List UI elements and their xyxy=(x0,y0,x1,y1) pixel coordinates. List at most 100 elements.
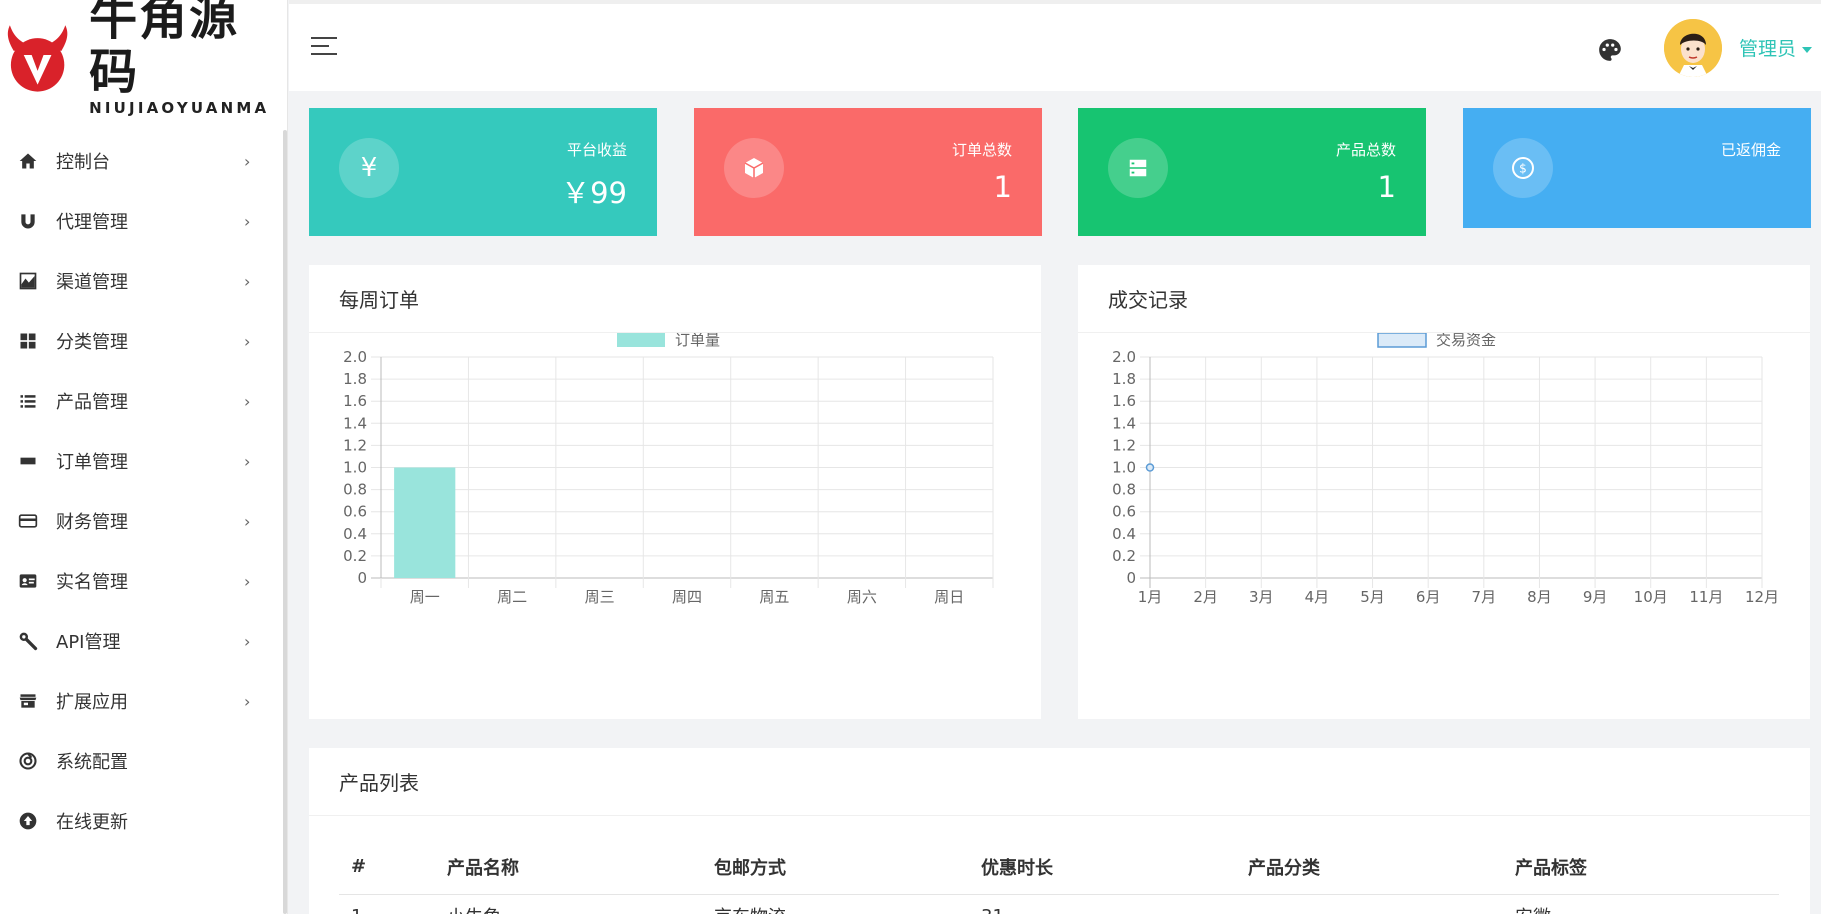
sidebar-item-wrench[interactable]: API管理 › xyxy=(0,611,280,671)
sidebar-item-upload-circle[interactable]: 在线更新 xyxy=(0,791,280,851)
sidebar-item-list[interactable]: 产品管理 › xyxy=(0,371,280,431)
sidebar-item-label: 产品管理 xyxy=(56,392,128,413)
panel-title: 成交记录 xyxy=(1078,265,1810,333)
column-header[interactable]: 产品名称 xyxy=(435,840,702,895)
chevron-right-icon: › xyxy=(244,151,251,171)
x-tick-label: 5月 xyxy=(1360,588,1385,606)
column-header[interactable]: 优惠时长 xyxy=(969,840,1236,895)
sidebar-item-chart-area[interactable]: 渠道管理 › xyxy=(0,251,280,311)
sidebar-item-label: 控制台 xyxy=(56,152,110,173)
y-tick-label: 0.8 xyxy=(1112,481,1136,499)
sidebar-item-credit-card[interactable]: 财务管理 › xyxy=(0,491,280,551)
sidebar-item-label: API管理 xyxy=(56,632,121,653)
x-tick-label: 周二 xyxy=(497,588,527,606)
stat-card-products[interactable]: 产品总数 1 xyxy=(1078,108,1426,236)
x-tick-label: 周一 xyxy=(410,588,440,606)
chevron-right-icon: › xyxy=(244,211,251,231)
x-tick-label: 周五 xyxy=(759,588,789,606)
x-tick-label: 7月 xyxy=(1472,588,1497,606)
top-bar: 管理员 xyxy=(289,0,1821,91)
table-cell: 31 xyxy=(969,894,1236,914)
sidebar-item-grid[interactable]: 分类管理 › xyxy=(0,311,280,371)
column-header[interactable]: 包邮方式 xyxy=(702,840,969,895)
column-header[interactable]: 产品分类 xyxy=(1236,840,1503,895)
y-tick-label: 0.6 xyxy=(1112,503,1136,521)
stat-title: 订单总数 xyxy=(951,141,1012,159)
weekly-orders-chart: 订单量 0 0.2 0.4 0.6 0.8 1.0 1.2 1.4 1.6 1.8 2.0 周一 周二 周三… xyxy=(343,333,994,606)
y-tick-label: 0.8 xyxy=(343,481,367,499)
panel-title: 每周订单 xyxy=(309,265,1041,333)
stat-title: 已返佣金 xyxy=(1720,141,1781,159)
settings-icon xyxy=(17,750,39,772)
sidebar-item-store[interactable]: 扩展应用 › xyxy=(0,671,280,731)
sidebar-item-id-card[interactable]: 实名管理 › xyxy=(0,551,280,611)
logo[interactable]: 牛角源码 NIUJIAOYUANMA xyxy=(0,0,287,117)
sidebar-item-label: 订单管理 xyxy=(56,452,128,473)
table-cell xyxy=(1236,894,1503,914)
legend-swatch[interactable] xyxy=(1377,333,1427,348)
y-tick-label: 1.6 xyxy=(1112,392,1136,410)
column-header[interactable]: # xyxy=(339,840,435,895)
chevron-right-icon: › xyxy=(244,271,251,291)
store-icon xyxy=(17,690,39,712)
table-body: 1小牛角京东物流31 安徽 xyxy=(339,894,1779,914)
chevron-right-icon: › xyxy=(244,691,251,711)
transaction-records-chart: 交易资金 0 0.2 0.4 0.6 0.8 1.0 1.2 1.4 1.6 1.8 2.0 1月 2月 3… xyxy=(1112,333,1779,606)
sidebar-item-settings[interactable]: 系统配置 xyxy=(0,731,280,791)
sidebar-item-bar[interactable]: 订单管理 › xyxy=(0,431,280,491)
palette-icon[interactable] xyxy=(1597,37,1623,63)
user-menu[interactable]: 管理员 xyxy=(1739,34,1813,61)
column-header[interactable]: 产品标签 xyxy=(1503,840,1779,895)
table-row[interactable]: 1小牛角京东物流31 安徽 xyxy=(339,894,1779,914)
x-tick-label: 6月 xyxy=(1416,588,1441,606)
point-1月[interactable] xyxy=(1145,463,1155,472)
x-tick-label: 周四 xyxy=(672,588,702,606)
table-cell: 1 xyxy=(339,894,435,914)
y-tick-label: 1.8 xyxy=(1112,370,1136,388)
chevron-right-icon: › xyxy=(244,451,251,471)
y-tick-label: 1.8 xyxy=(343,370,367,388)
grid-icon xyxy=(17,330,39,352)
sidebar-item-label: 在线更新 xyxy=(56,812,128,833)
stat-card-commission[interactable]: $ 已返佣金 xyxy=(1463,108,1811,228)
y-tick-label: 1.2 xyxy=(343,436,367,454)
avatar[interactable] xyxy=(1664,19,1722,77)
x-tick-label: 1月 xyxy=(1138,588,1163,606)
stat-card-revenue[interactable]: ¥ 平台收益 ￥99 xyxy=(309,108,657,236)
chevron-right-icon: › xyxy=(244,631,251,651)
chevron-right-icon: › xyxy=(244,391,251,411)
sidebar-item-label: 扩展应用 xyxy=(56,692,128,713)
sidebar-item-magnet[interactable]: 代理管理 › xyxy=(0,191,280,251)
y-tick-label: 0.2 xyxy=(343,547,367,565)
box-icon xyxy=(724,138,784,198)
x-tick-label: 12月 xyxy=(1745,588,1779,606)
y-tick-label: 2.0 xyxy=(343,348,367,366)
menu-toggle-icon[interactable] xyxy=(311,37,337,57)
list-icon xyxy=(17,390,39,412)
sidebar-item-label: 渠道管理 xyxy=(56,272,128,293)
table-header-row: # 产品名称 包邮方式 优惠时长 产品分类 产品标签 xyxy=(339,840,1779,895)
yen-icon: ¥ xyxy=(339,138,399,198)
y-tick-label: 1.0 xyxy=(1112,459,1136,477)
sidebar-item-home[interactable]: 控制台 › xyxy=(0,131,280,191)
stat-value: ￥99 xyxy=(561,176,627,210)
x-tick-label: 4月 xyxy=(1305,588,1330,606)
product-table: #产品名称包邮方式优惠时长产品分类产品标签 1小牛角京东物流31 安徽 xyxy=(339,840,1779,914)
legend-swatch[interactable] xyxy=(617,333,665,347)
stat-card-orders[interactable]: 订单总数 1 xyxy=(694,108,1042,236)
product-list-panel: 产品列表 #产品名称包邮方式优惠时长产品分类产品标签 1小牛角京东物流31 安徽 xyxy=(309,748,1810,914)
x-tick-label: 3月 xyxy=(1249,588,1274,606)
sidebar-scrollbar[interactable] xyxy=(283,130,287,914)
bar-周一[interactable] xyxy=(394,467,456,579)
transaction-records-panel: 成交记录 交易资金 0 0.2 0.4 0.6 0.8 1.0 1.2 1.4 1.6 1.8 2.0… xyxy=(1078,265,1810,719)
y-tick-label: 0 xyxy=(1126,569,1136,587)
weekly-orders-panel: 每周订单 订单量 0 0.2 0.4 0.6 0.8 1.0 1.2 1.4 1.6 1.8 2.0 周… xyxy=(309,265,1041,719)
y-tick-label: 0.4 xyxy=(343,525,367,543)
x-tick-label: 8月 xyxy=(1527,588,1552,606)
magnet-icon xyxy=(17,210,39,232)
y-tick-label: 0.2 xyxy=(1112,547,1136,565)
chevron-right-icon: › xyxy=(244,511,251,531)
home-icon xyxy=(17,150,39,172)
sidebar-item-label: 代理管理 xyxy=(56,212,128,233)
coin-icon: $ xyxy=(1493,138,1553,198)
